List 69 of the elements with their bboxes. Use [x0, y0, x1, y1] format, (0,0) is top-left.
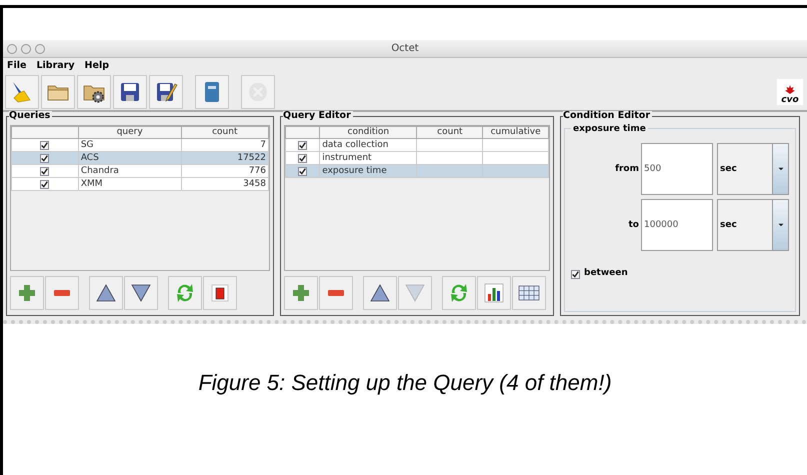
table-cell: 7: [181, 138, 268, 152]
column-header: count: [416, 126, 483, 139]
panel-title: Queries: [9, 111, 52, 122]
column-header: cumulative: [482, 126, 548, 139]
tool-button[interactable]: [203, 276, 237, 310]
table-cell: [416, 138, 483, 152]
input-field[interactable]: 100000: [641, 199, 713, 252]
checkbox-label: between: [584, 267, 628, 280]
window-title: Octet: [391, 43, 419, 54]
checkbox[interactable]: [40, 166, 50, 176]
tool-button[interactable]: [477, 276, 511, 310]
checkbox[interactable]: [298, 154, 308, 163]
checkbox[interactable]: [298, 140, 308, 150]
tool-button[interactable]: [512, 276, 546, 310]
table-cell: ACS: [78, 152, 182, 165]
table-cell: [416, 164, 483, 178]
table-cell: 3458: [181, 178, 268, 191]
toolbar-button[interactable]: [41, 75, 75, 110]
toolbar-button[interactable]: [113, 75, 147, 110]
table-cell: [482, 138, 548, 152]
tool-button[interactable]: [319, 276, 353, 310]
tool-button[interactable]: [45, 276, 79, 310]
checkbox[interactable]: [40, 180, 50, 189]
checkbox[interactable]: [298, 166, 308, 176]
bar-chart-icon: [482, 281, 506, 306]
logo: cvo: [777, 79, 803, 106]
menu-item[interactable]: File: [7, 59, 26, 74]
floppy-pencil-icon: [154, 80, 178, 104]
column-header: query: [78, 126, 182, 139]
table-row[interactable]: exposure time: [286, 164, 548, 178]
unit-dropdown[interactable]: sec: [717, 143, 789, 196]
table-cell: 17522: [181, 152, 268, 165]
tool-button[interactable]: [124, 276, 158, 310]
unit-dropdown[interactable]: sec: [717, 199, 789, 252]
table-cell: exposure time: [320, 164, 417, 178]
table-cell: [416, 152, 483, 165]
tool-button[interactable]: [89, 276, 123, 310]
table-cell: SG: [78, 138, 182, 152]
table-cell: 776: [181, 164, 268, 178]
table-cell: XMM: [78, 178, 182, 191]
checkbox[interactable]: [40, 140, 50, 150]
table-cell: instrument: [320, 152, 417, 165]
table-row[interactable]: XMM 3458: [12, 178, 268, 191]
tool-button[interactable]: [363, 276, 397, 310]
figure-caption: Figure 5: Setting up the Query (4 of them!): [197, 369, 613, 398]
field-label: from: [614, 162, 640, 176]
toolbar-button[interactable]: [77, 75, 111, 110]
table-row[interactable]: instrument: [286, 152, 548, 165]
table-cell: [482, 164, 548, 178]
table-row[interactable]: data collection: [286, 138, 548, 152]
table-cell: [482, 152, 548, 165]
checkbox[interactable]: [40, 154, 50, 163]
column-header: condition: [320, 126, 417, 139]
input-field[interactable]: 500: [641, 143, 713, 196]
field-label: to: [628, 218, 640, 232]
column-header: count: [181, 126, 268, 139]
table-cell: Chandra: [78, 164, 182, 178]
toolbar-button[interactable]: [149, 75, 183, 110]
menu-item[interactable]: Library: [36, 59, 75, 74]
menu-item[interactable]: Help: [84, 59, 109, 74]
toolbar-button[interactable]: [195, 75, 229, 110]
table-row[interactable]: SG 7: [12, 138, 268, 152]
table-cell: data collection: [320, 138, 417, 152]
minus-icon: [328, 290, 344, 296]
table-row[interactable]: ACS 17522: [12, 152, 268, 165]
table-row[interactable]: Chandra 776: [12, 164, 268, 178]
checkbox[interactable]: [571, 270, 580, 278]
panel-title: Query Editor: [283, 111, 353, 122]
minus-icon: [54, 290, 70, 296]
